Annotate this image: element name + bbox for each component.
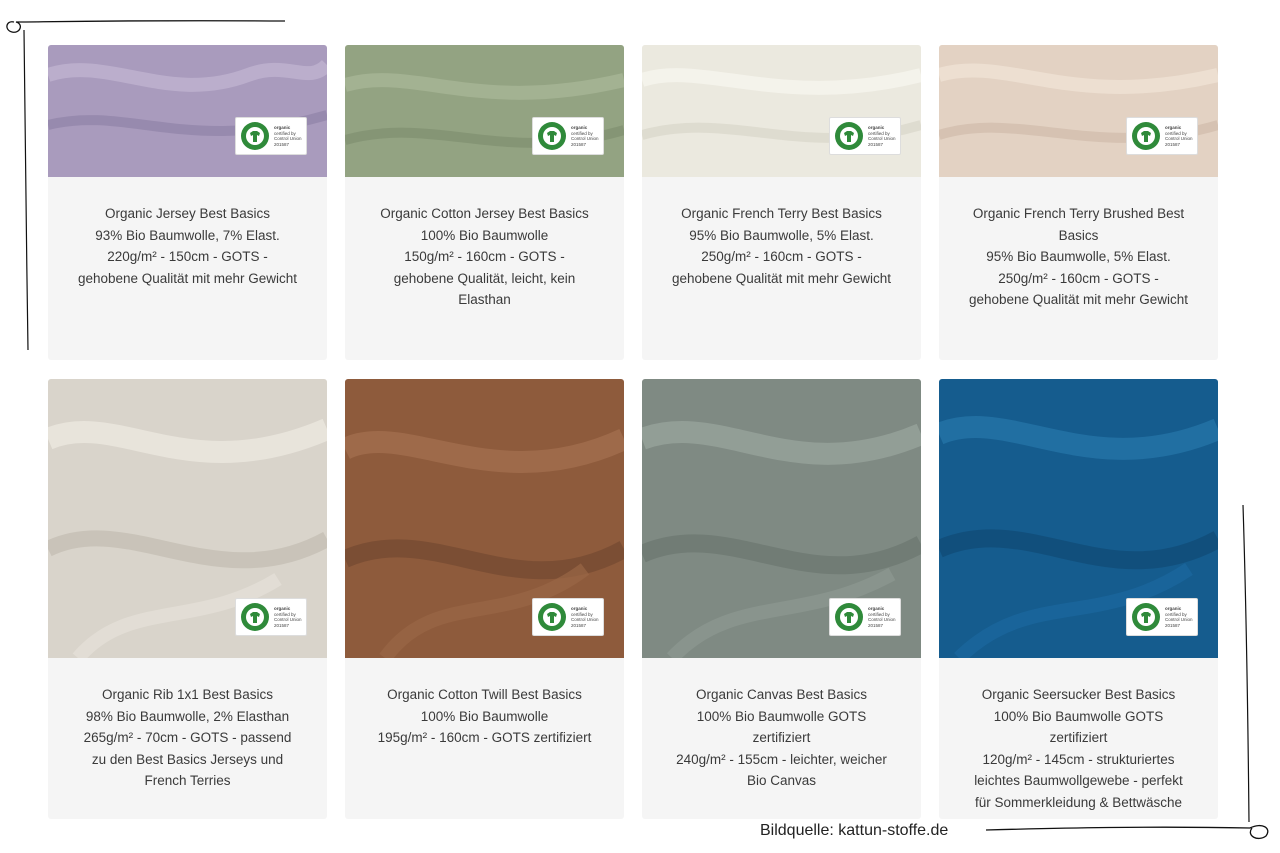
fabric-image [642, 45, 921, 177]
product-composition: 100% Bio Baumwolle [420, 708, 549, 724]
gots-logo-icon [241, 122, 269, 150]
product-name[interactable]: Organic Cotton Jersey Best Basics [373, 203, 596, 225]
product-details: 250g/m² - 160cm - GOTS - gehobene Qualit… [671, 249, 892, 286]
product-description: Organic Canvas Best Basics 100% Bio Baum… [642, 658, 921, 814]
product-card[interactable]: organic certified by Control Union 20158… [642, 379, 921, 819]
product-details: 150g/m² - 160cm - GOTS - gehobene Qualit… [393, 249, 576, 308]
gots-logo-icon [241, 603, 269, 631]
product-name[interactable]: Organic Jersey Best Basics [76, 203, 299, 225]
product-description: Organic French Terry Best Basics 95% Bio… [642, 177, 921, 311]
gots-badge: organic certified by Control Union 20158… [235, 598, 307, 636]
gots-logo-icon [538, 603, 566, 631]
product-card[interactable]: organic certified by Control Union 20158… [48, 45, 327, 360]
product-image[interactable]: organic certified by Control Union 20158… [345, 45, 624, 177]
product-composition: 100% Bio Baumwolle GOTS zertifiziert [993, 708, 1164, 746]
badge-text: organic certified by Control Union 20158… [868, 125, 896, 147]
product-description: Organic French Terry Brushed Best Basics… [939, 177, 1218, 333]
product-name[interactable]: Organic Canvas Best Basics [670, 684, 893, 706]
product-composition: 95% Bio Baumwolle, 5% Elast. [986, 249, 1171, 265]
product-details: 120g/m² - 145cm - strukturiertes leichte… [974, 751, 1183, 810]
badge-text: organic certified by Control Union 20158… [868, 606, 896, 628]
gots-logo-icon [835, 603, 863, 631]
badge-text: organic certified by Control Union 20158… [274, 606, 302, 628]
product-name[interactable]: Organic Cotton Twill Best Basics [373, 684, 596, 706]
gots-logo-icon [1132, 603, 1160, 631]
product-name[interactable]: Organic French Terry Brushed Best Basics [967, 203, 1190, 246]
gots-badge: organic certified by Control Union 20158… [829, 117, 901, 155]
product-image[interactable]: organic certified by Control Union 20158… [642, 379, 921, 658]
badge-text: organic certified by Control Union 20158… [571, 606, 599, 628]
gots-badge: organic certified by Control Union 20158… [829, 598, 901, 636]
product-composition: 100% Bio Baumwolle [420, 227, 549, 243]
gots-badge: organic certified by Control Union 20158… [532, 598, 604, 636]
product-card[interactable]: organic certified by Control Union 20158… [48, 379, 327, 819]
product-details: 265g/m² - 70cm - GOTS - passend zu den B… [83, 730, 292, 789]
product-name[interactable]: Organic Seersucker Best Basics [967, 684, 1190, 706]
gots-logo-icon [1132, 122, 1160, 150]
product-composition: 98% Bio Baumwolle, 2% Elasthan [85, 708, 290, 724]
product-details: 220g/m² - 150cm - GOTS - gehobene Qualit… [77, 249, 298, 286]
product-composition: 100% Bio Baumwolle GOTS zertifiziert [696, 708, 867, 746]
gots-badge: organic certified by Control Union 20158… [1126, 117, 1198, 155]
product-image[interactable]: organic certified by Control Union 20158… [48, 379, 327, 658]
product-image[interactable]: organic certified by Control Union 20158… [345, 379, 624, 658]
gots-logo-icon [538, 122, 566, 150]
product-image[interactable]: organic certified by Control Union 20158… [939, 45, 1218, 177]
product-details: 250g/m² - 160cm - GOTS - gehobene Qualit… [968, 270, 1189, 308]
product-composition: 93% Bio Baumwolle, 7% Elast. [95, 227, 280, 243]
product-description: Organic Jersey Best Basics 93% Bio Baumw… [48, 177, 327, 311]
product-name[interactable]: Organic Rib 1x1 Best Basics [76, 684, 299, 706]
product-name[interactable]: Organic French Terry Best Basics [670, 203, 893, 225]
fabric-image [48, 45, 327, 177]
product-card[interactable]: organic certified by Control Union 20158… [345, 45, 624, 360]
product-details: 240g/m² - 155cm - leichter, weicher Bio … [676, 751, 887, 789]
image-source-caption: Bildquelle: kattun-stoffe.de [760, 822, 949, 839]
product-card[interactable]: organic certified by Control Union 20158… [939, 379, 1218, 819]
product-image[interactable]: organic certified by Control Union 20158… [642, 45, 921, 177]
product-composition: 95% Bio Baumwolle, 5% Elast. [689, 227, 874, 243]
gots-badge: organic certified by Control Union 20158… [235, 117, 307, 155]
product-card[interactable]: organic certified by Control Union 20158… [345, 379, 624, 819]
fabric-image [939, 45, 1218, 177]
badge-text: organic certified by Control Union 20158… [274, 125, 302, 147]
gots-badge: organic certified by Control Union 20158… [532, 117, 604, 155]
fabric-image [345, 45, 624, 177]
product-image[interactable]: organic certified by Control Union 20158… [48, 45, 327, 177]
product-description: Organic Rib 1x1 Best Basics 98% Bio Baum… [48, 658, 327, 814]
product-image[interactable]: organic certified by Control Union 20158… [939, 379, 1218, 658]
product-description: Organic Cotton Twill Best Basics 100% Bi… [345, 658, 624, 771]
gots-logo-icon [835, 122, 863, 150]
product-card[interactable]: organic certified by Control Union 20158… [642, 45, 921, 360]
product-description: Organic Seersucker Best Basics 100% Bio … [939, 658, 1218, 819]
product-details: 195g/m² - 160cm - GOTS zertifiziert [377, 730, 592, 746]
badge-text: organic certified by Control Union 20158… [1165, 125, 1193, 147]
badge-text: organic certified by Control Union 20158… [1165, 606, 1193, 628]
gots-badge: organic certified by Control Union 20158… [1126, 598, 1198, 636]
badge-text: organic certified by Control Union 20158… [571, 125, 599, 147]
product-card[interactable]: organic certified by Control Union 20158… [939, 45, 1218, 360]
product-description: Organic Cotton Jersey Best Basics 100% B… [345, 177, 624, 333]
